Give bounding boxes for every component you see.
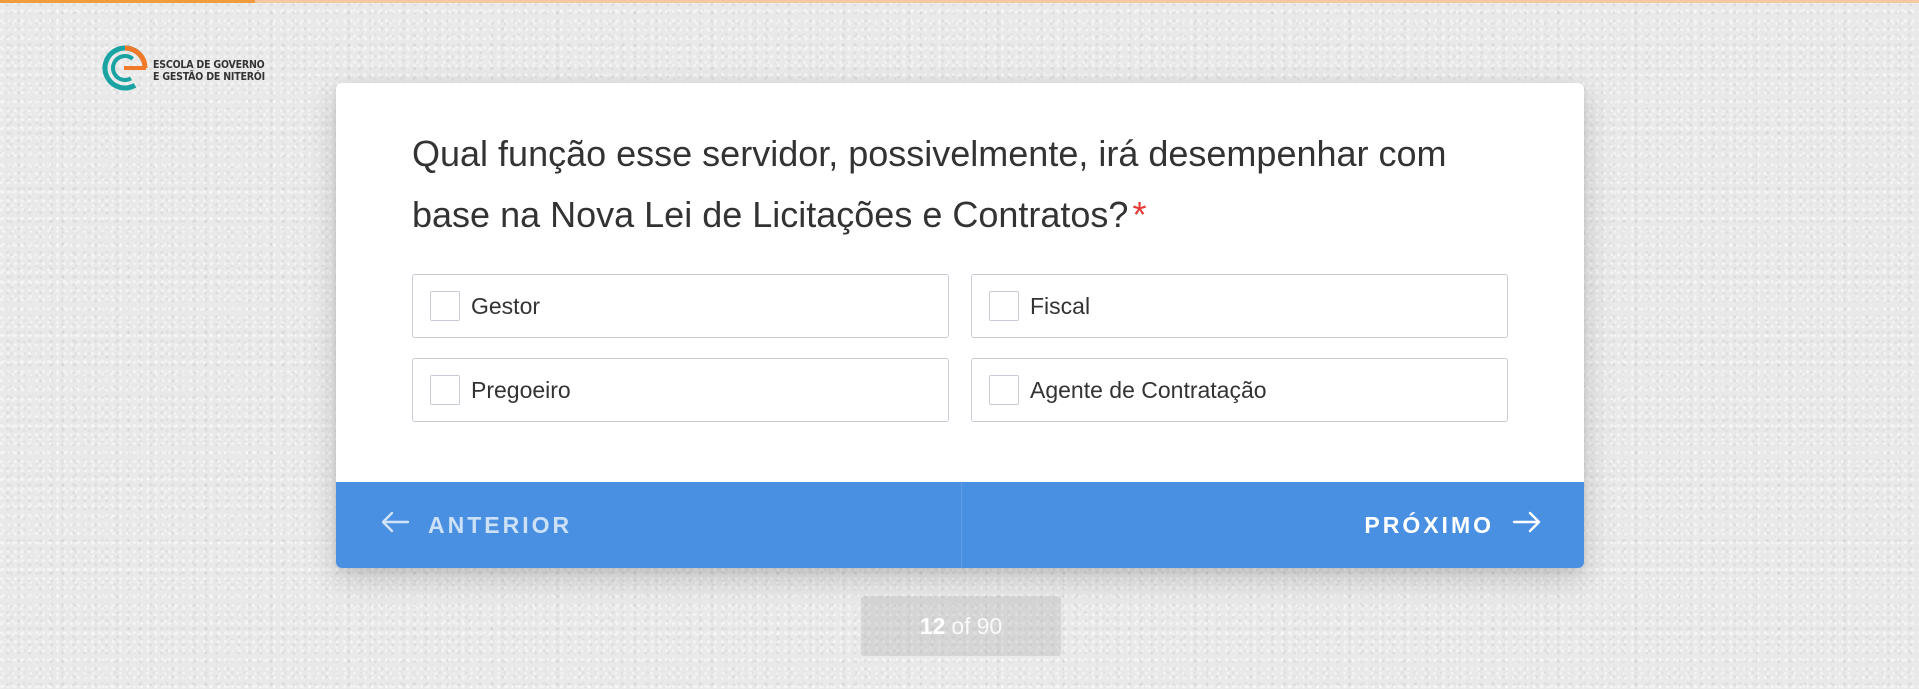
arrow-right-icon — [1494, 511, 1542, 539]
arrow-left-icon — [380, 511, 428, 539]
option-label: Fiscal — [1030, 292, 1091, 319]
option-agente-de-contratacao[interactable]: Agente de Contratação — [971, 358, 1508, 422]
progress-bar-fill — [0, 0, 256, 3]
option-label: Agente de Contratação — [1030, 376, 1267, 403]
required-marker: * — [1132, 194, 1147, 235]
option-label: Pregoeiro — [471, 376, 571, 403]
checkbox[interactable] — [989, 375, 1019, 405]
question-text: Qual função esse servidor, possivelmente… — [412, 133, 1447, 235]
option-fiscal[interactable]: Fiscal — [971, 274, 1508, 338]
counter-current: 12 — [919, 612, 946, 639]
question-title: Qual função esse servidor, possivelmente… — [412, 123, 1522, 245]
option-label: Gestor — [471, 292, 541, 319]
previous-button-label: ANTERIOR — [428, 511, 573, 538]
next-button-label: PRÓXIMO — [1364, 511, 1494, 538]
logo-text-line2: E GESTÃO DE NITERÓI — [153, 70, 265, 83]
checkbox[interactable] — [430, 375, 460, 405]
escola-de-governo-logo-icon — [100, 43, 150, 98]
options-grid: Gestor Fiscal Pregoeiro Agente de Contra… — [412, 274, 1509, 422]
counter-separator: of — [951, 612, 971, 639]
checkbox[interactable] — [989, 291, 1019, 321]
question-card: Qual função esse servidor, possivelmente… — [336, 83, 1584, 568]
progress-bar — [0, 0, 1919, 3]
next-button[interactable]: PRÓXIMO — [960, 482, 1585, 568]
option-gestor[interactable]: Gestor — [412, 274, 949, 338]
logo: ESCOLA DE GOVERNO E GESTÃO DE NITERÓI — [100, 43, 265, 98]
checkbox[interactable] — [430, 291, 460, 321]
previous-button[interactable]: ANTERIOR — [336, 482, 961, 568]
option-pregoeiro[interactable]: Pregoeiro — [412, 358, 949, 422]
logo-text-line1: ESCOLA DE GOVERNO — [153, 58, 265, 71]
counter-total: 90 — [976, 612, 1003, 639]
navigation-bar: ANTERIOR PRÓXIMO — [336, 482, 1584, 568]
question-counter: 12 of 90 — [861, 596, 1061, 656]
